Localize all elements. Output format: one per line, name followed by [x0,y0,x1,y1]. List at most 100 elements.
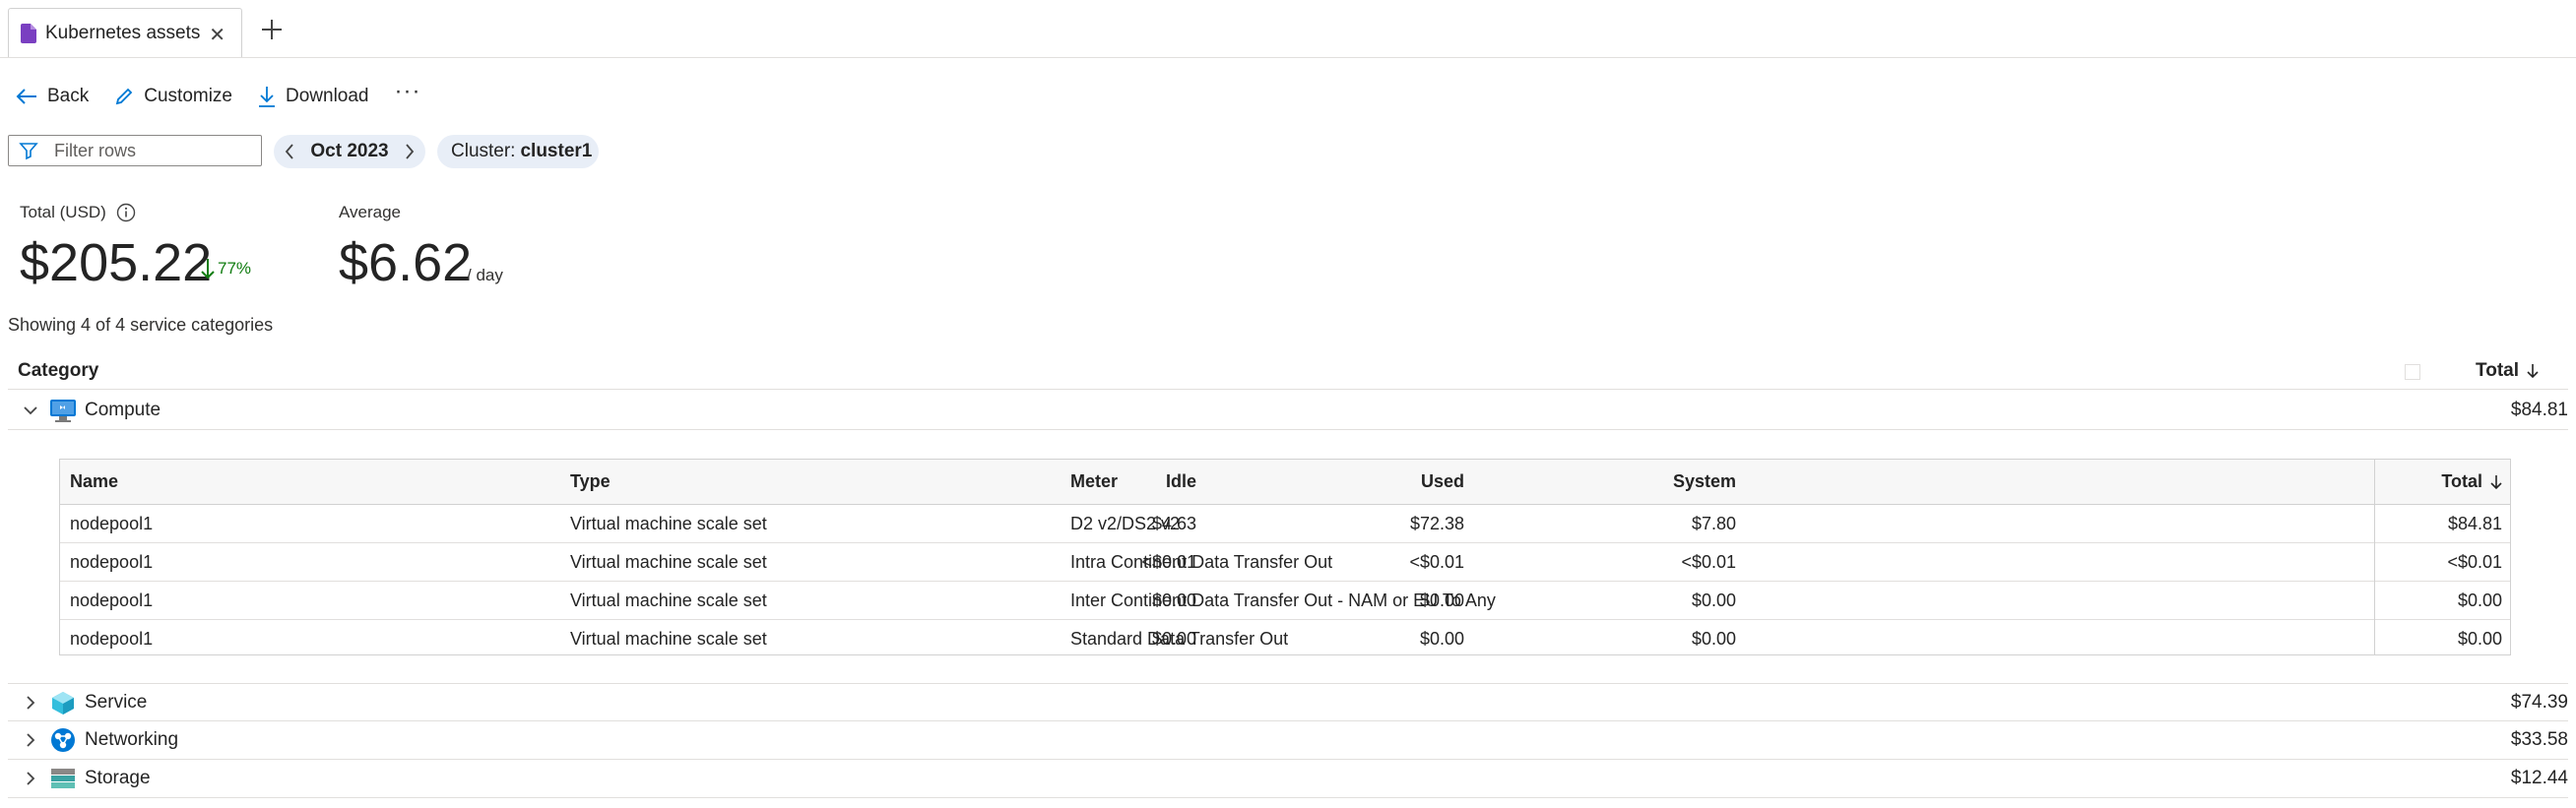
tab-strip: Kubernetes assets ✕ [0,0,2576,58]
row-total: $84.81 [2447,513,2502,533]
category-total: $12.44 [2510,768,2568,788]
next-month-button[interactable] [404,143,416,160]
chevron-right-icon[interactable] [22,731,39,749]
row-system: <$0.01 [1681,551,1736,572]
chevron-down-icon[interactable] [22,402,39,419]
category-column-header[interactable]: Category [18,360,98,382]
row-type: Virtual machine scale set [570,590,767,610]
new-tab-button[interactable] [258,16,286,43]
total-kpi-label: Total (USD) [20,203,106,221]
back-button[interactable]: Back [16,86,89,107]
sort-descending-icon [2527,363,2539,379]
row-total: <$0.01 [2447,551,2502,572]
sort-descending-icon [2490,474,2502,490]
column-options-icon[interactable] [2405,364,2420,380]
category-row-networking[interactable]: Networking $33.58 [8,721,2568,760]
cluster-filter-pill[interactable]: Cluster: cluster1 [437,135,599,168]
total-header-label: Total [2476,360,2519,381]
average-unit: / day [467,266,503,284]
category-row-storage[interactable]: Storage $12.44 [8,760,2568,798]
category-name: Compute [85,400,161,420]
total-kpi-value: $205.22 [20,233,213,292]
networking-icon [49,727,77,753]
row-used: $0.00 [1419,590,1464,610]
row-type: Virtual machine scale set [570,513,767,533]
table-row[interactable]: nodepool1 Virtual machine scale set Intr… [60,543,2510,582]
row-idle: $4.63 [1151,513,1196,533]
total-column-divider [2374,460,2375,654]
download-button[interactable]: Download [258,86,369,107]
customize-label: Customize [144,86,232,106]
tab-title: Kubernetes assets [45,22,201,43]
filter-rows-input[interactable] [52,139,243,162]
more-options-button[interactable]: ··· [395,78,421,105]
command-bar: Back Customize Download ··· [16,78,421,112]
document-icon [21,23,36,43]
pencil-icon [114,87,134,106]
type-column-header[interactable]: Type [570,460,611,504]
row-idle: $0.00 [1151,590,1196,610]
row-used: <$0.01 [1409,551,1464,572]
name-column-header[interactable]: Name [70,460,118,504]
average-kpi-label: Average [339,203,402,221]
row-total: $0.00 [2457,629,2502,649]
tab-kubernetes-assets[interactable]: Kubernetes assets ✕ [8,8,242,57]
detail-header-row: Name Type Meter Idle Used System Total [60,460,2510,505]
chevron-right-icon[interactable] [22,694,39,712]
cluster-prefix: Cluster: [451,141,516,161]
previous-month-button[interactable] [284,143,295,160]
row-total: $0.00 [2457,590,2502,610]
category-name: Networking [85,729,179,750]
showing-count: Showing 4 of 4 service categories [8,315,274,335]
compute-detail-table: Name Type Meter Idle Used System Total n… [59,459,2511,655]
category-row-service[interactable]: Service $74.39 [8,683,2568,721]
info-icon[interactable] [116,203,136,222]
row-used: $72.38 [1409,513,1464,533]
table-row[interactable]: nodepool1 Virtual machine scale set Stan… [60,620,2510,658]
row-system: $7.80 [1691,513,1736,533]
row-used: $0.00 [1419,629,1464,649]
category-total: $84.81 [2510,400,2568,420]
customize-button[interactable]: Customize [114,86,232,107]
filter-icon [19,141,38,160]
row-idle: $0.00 [1151,629,1196,649]
service-icon [49,690,77,715]
storage-icon [49,766,77,791]
download-icon [258,86,276,107]
row-system: $0.00 [1691,590,1736,610]
arrow-down-icon [201,258,215,280]
category-table-header: Category Total [8,354,2568,390]
filter-rows-box[interactable] [8,135,262,166]
chevron-left-icon [285,144,293,159]
category-row-compute[interactable]: Compute $84.81 [8,392,2568,430]
back-arrow-icon [16,88,37,105]
date-pill: Oct 2023 [274,135,425,168]
detail-total-header-label: Total [2441,471,2482,491]
row-meter: Intra Continent Data Transfer Out [1070,551,1333,572]
category-name: Service [85,691,148,713]
category-total: $74.39 [2510,691,2568,713]
detail-total-column-header[interactable]: Total [2441,460,2502,504]
download-label: Download [286,86,369,106]
row-name: nodepool1 [70,629,154,649]
category-name: Storage [85,768,151,788]
used-column-header[interactable]: Used [1421,460,1464,504]
close-tab-icon[interactable]: ✕ [209,23,225,47]
trend-value: 77% [218,259,252,278]
chevron-right-icon [406,144,415,159]
total-column-header[interactable]: Total [2476,360,2539,382]
cluster-value: cluster1 [520,141,593,161]
row-idle: <$0.01 [1141,551,1196,572]
chevron-right-icon[interactable] [22,770,39,787]
compute-icon [49,398,77,423]
row-name: nodepool1 [70,551,154,572]
back-label: Back [47,86,90,106]
table-row[interactable]: nodepool1 Virtual machine scale set D2 v… [60,505,2510,543]
category-total: $33.58 [2510,729,2568,750]
idle-column-header[interactable]: Idle [1166,460,1196,504]
table-row[interactable]: nodepool1 Virtual machine scale set Inte… [60,582,2510,620]
meter-column-header[interactable]: Meter [1070,460,1118,504]
trend-indicator: 77% [201,258,251,280]
date-label[interactable]: Oct 2023 [310,141,388,162]
system-column-header[interactable]: System [1673,460,1736,504]
